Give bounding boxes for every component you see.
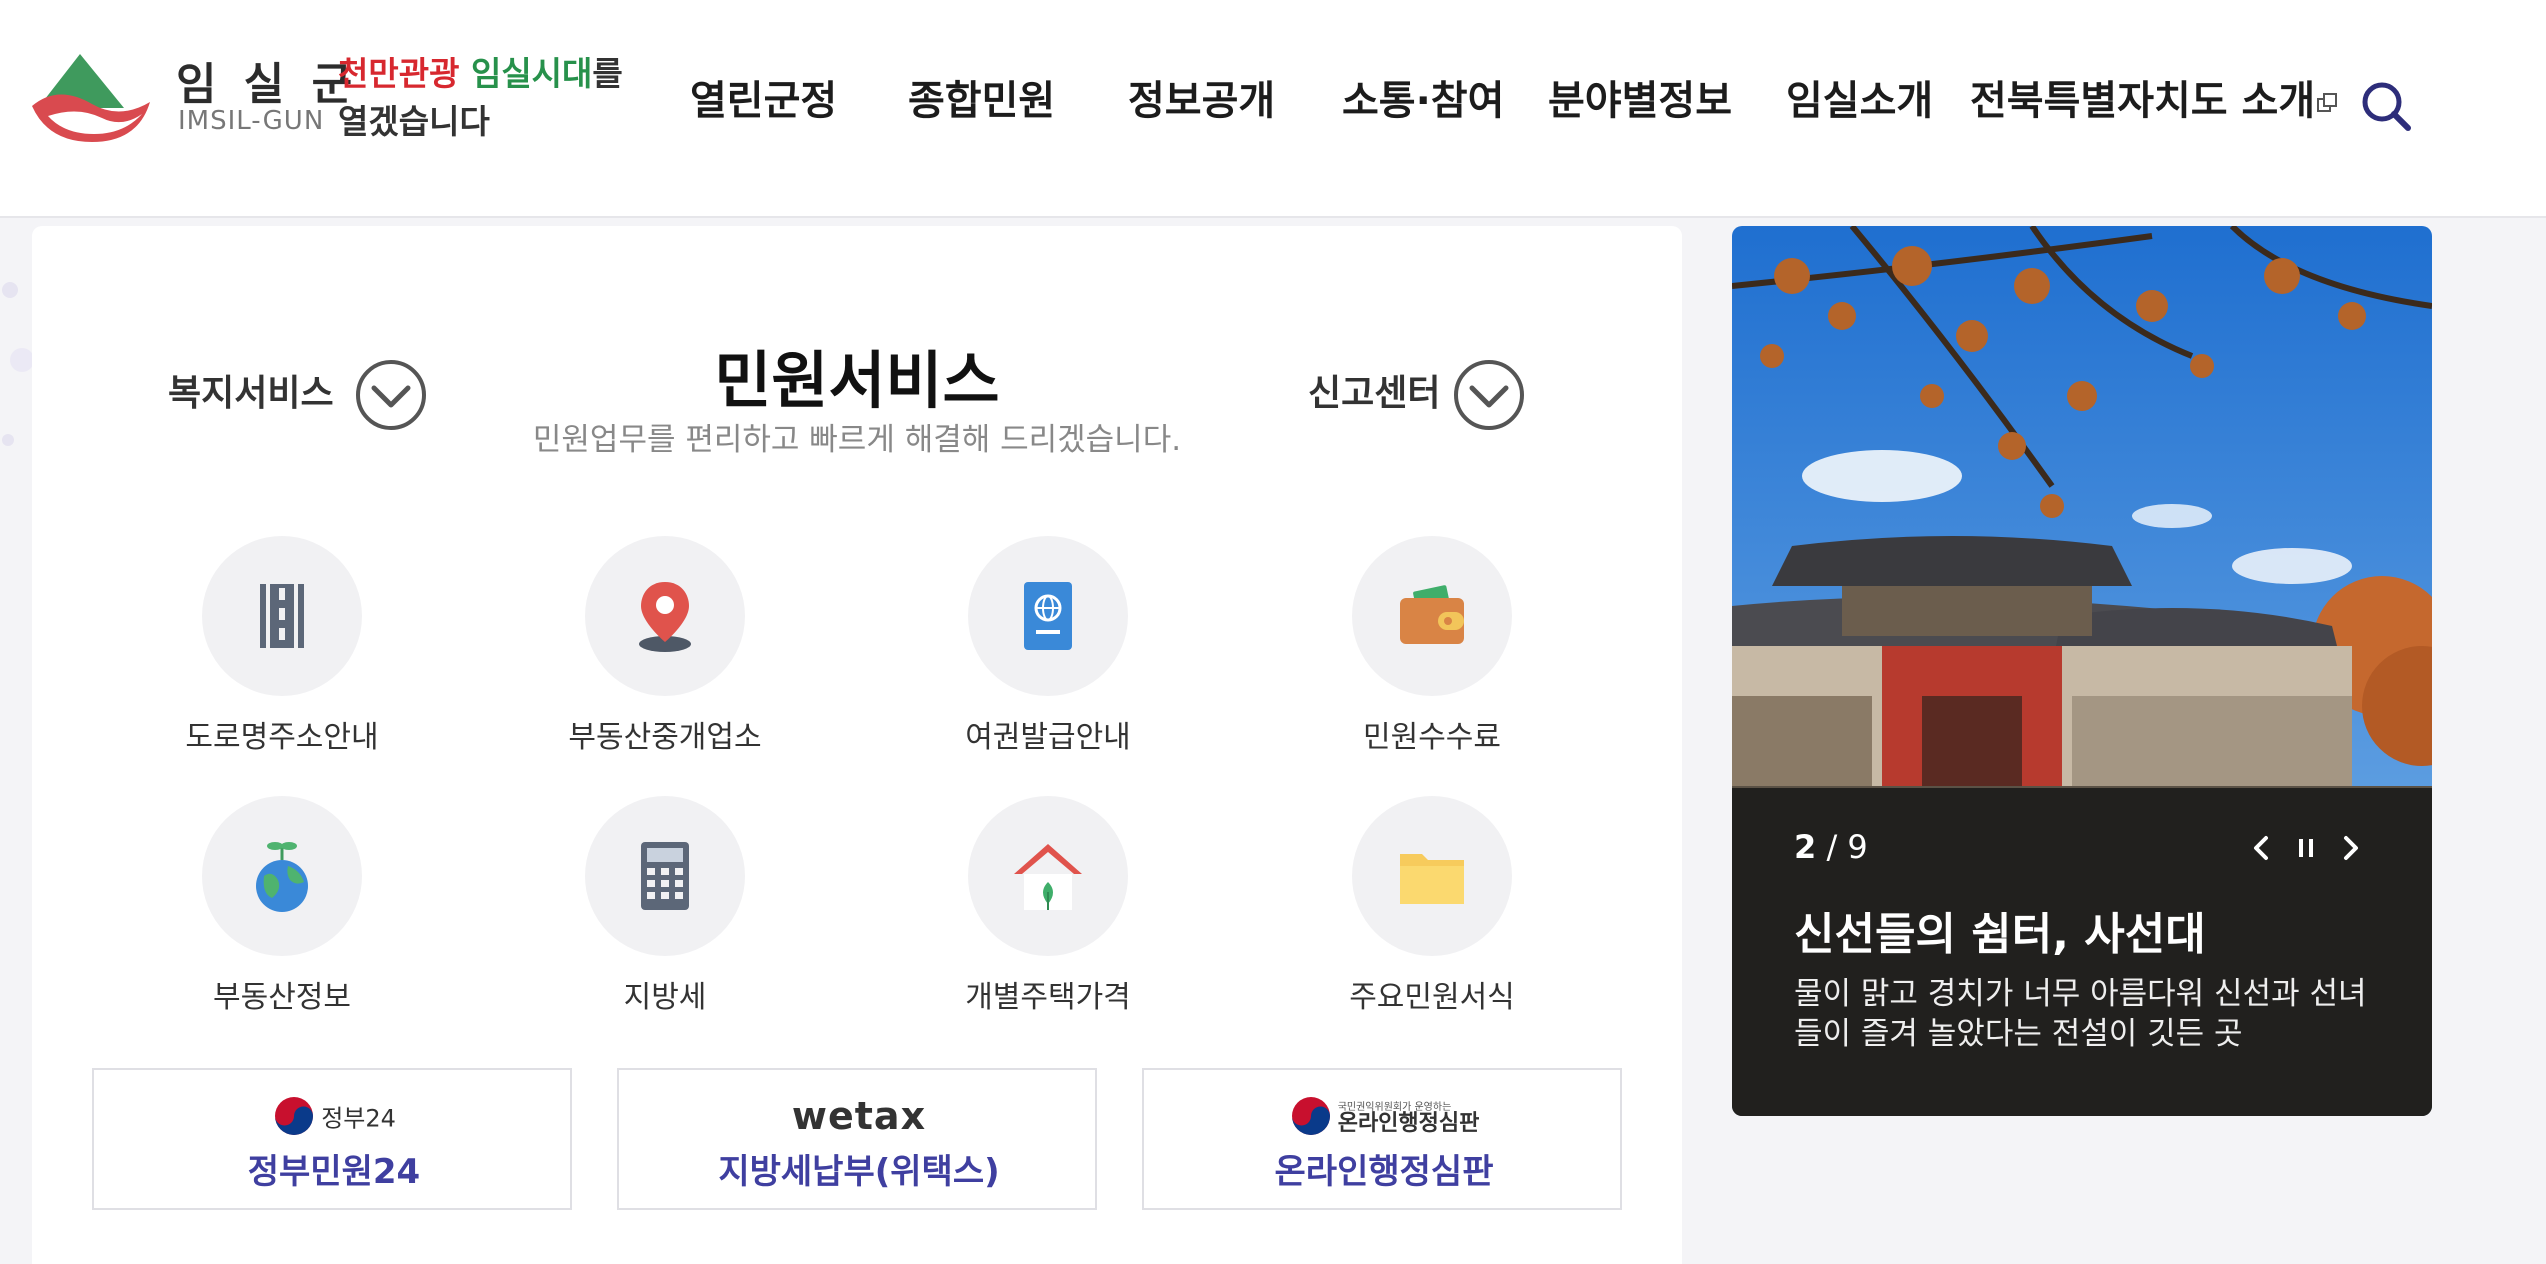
taegeuk-icon [275,1097,314,1135]
gov24-logo: 정부24 [94,1094,574,1138]
gov24-logo-text: 정부24 [321,1104,396,1133]
nav-item-civil-service[interactable]: 종합민원 [908,68,1055,126]
site-logo[interactable]: 임 실 군 IMSIL-GUN 천만관광 임실시대를 열겠습니다 [28,46,628,146]
service-house-price[interactable]: 개별주택가격 [898,796,1198,1026]
site-header: 임 실 군 IMSIL-GUN 천만관광 임실시대를 열겠습니다 열린군정 종합… [0,0,2546,218]
page-title: 민원서비스 [714,344,1000,417]
logo-english-name: IMSIL-GUN [178,106,325,136]
wetax-logo: wetax [619,1094,1099,1138]
online-appeal-link[interactable]: 국민권익위원회가 운영하는 온라인행정심판 온라인행정심판 [1142,1068,1622,1210]
nav-item-imsil-intro[interactable]: 임실소개 [1786,68,1933,126]
slide-title[interactable]: 신선들의 쉼터, 사선대 [1794,898,2206,962]
wallet-icon [1400,585,1464,644]
imsil-logo-mark-icon [32,54,150,142]
nav-item-info-disclosure[interactable]: 정보공개 [1128,68,1275,126]
service-forms[interactable]: 주요민원서식 [1282,796,1582,1026]
online-appeal-logo: 국민권익위원회가 운영하는 온라인행정심판 [1144,1094,1624,1138]
road-icon [260,584,304,648]
service-local-tax[interactable]: 지방세 [515,796,815,1026]
calculator-icon [641,842,689,910]
slide-caption: 2 / 9 신선들의 쉼터, 사선대 물이 맑고 경치가 너무 아름다워 신선과… [1732,788,2432,1116]
civil-service-panel: 복지서비스 신고센터 민원서비스 민원업무를 편리하고 빠르게 해결해 드리겠습… [32,226,1682,1264]
slogan-part1: 천만관광 [338,54,460,93]
nav-item-field-info[interactable]: 분야별정보 [1548,68,1732,126]
slogan-part2: 임실시대 [470,54,593,93]
location-pin-icon [639,582,691,652]
page-subtitle: 민원업무를 편리하고 빠르게 해결해 드리겠습니다. [532,422,1182,458]
service-label: 민원수수료 [1363,720,1501,755]
service-label: 여권발급안내 [965,720,1131,755]
prev-slide-icon[interactable] [2244,830,2280,866]
slide-counter: 2 / 9 [1794,828,1868,866]
nav-item-open-government[interactable]: 열린군정 [690,68,837,126]
next-slide-icon[interactable] [2332,830,2368,866]
service-real-estate-info[interactable]: 부동산정보 [132,796,432,1026]
service-label: 부동산정보 [213,980,351,1015]
search-icon[interactable] [2358,78,2414,134]
service-road-address[interactable]: 도로명주소안내 [132,536,432,766]
folder-icon [1400,854,1464,904]
service-label: 부동산중개업소 [568,720,762,755]
wetax-link[interactable]: wetax 지방세납부(위택스) [617,1068,1097,1210]
service-label: 지방세 [623,980,707,1015]
slogan-line2: 열겠습니다 [338,102,490,141]
slide-description: 물이 맑고 경치가 너무 아름다워 신선과 선녀들이 즐겨 놀았다는 전설이 깃… [1794,976,2367,1052]
nav-item-jeonbuk-intro[interactable]: 전북특별자치도 소개 [1970,68,2315,126]
tourism-slider: 2 / 9 신선들의 쉼터, 사선대 물이 맑고 경치가 너무 아름다워 신선과… [1732,226,2432,1116]
house-icon [1014,844,1082,910]
link-label: 정부민원24 [247,1152,421,1192]
service-label: 도로명주소안내 [185,720,379,755]
slogan-part3: 를 [592,54,623,93]
pause-icon[interactable] [2288,830,2324,866]
slide-separator: / [1826,828,1838,866]
taegeuk-icon [1291,1097,1330,1135]
slogan: 천만관광 임실시대를 열겠습니다 [338,50,623,146]
decorative-dots [2,282,34,446]
globe-sprout-icon [256,842,308,912]
service-label: 개별주택가격 [965,980,1131,1015]
online-appeal-logo-text: 온라인행정심판 [1337,1110,1480,1136]
service-real-estate-agency[interactable]: 부동산중개업소 [515,536,815,766]
logo-korean-name: 임 실 군 [176,59,359,110]
passport-icon [1024,582,1072,650]
gov24-link[interactable]: 정부24 정부민원24 [92,1068,572,1210]
link-label: 지방세납부(위택스) [718,1152,1000,1192]
external-link-icon [2317,93,2337,112]
wetax-logo-text: wetax [791,1094,927,1138]
slide-total: 9 [1847,828,1868,866]
service-label: 주요민원서식 [1349,980,1515,1015]
nav-item-participation[interactable]: 소통·참여 [1342,68,1504,126]
link-label: 온라인행정심판 [1274,1152,1494,1192]
slide-current: 2 [1794,828,1817,866]
service-passport[interactable]: 여권발급안내 [898,536,1198,766]
service-fees[interactable]: 민원수수료 [1282,536,1582,766]
